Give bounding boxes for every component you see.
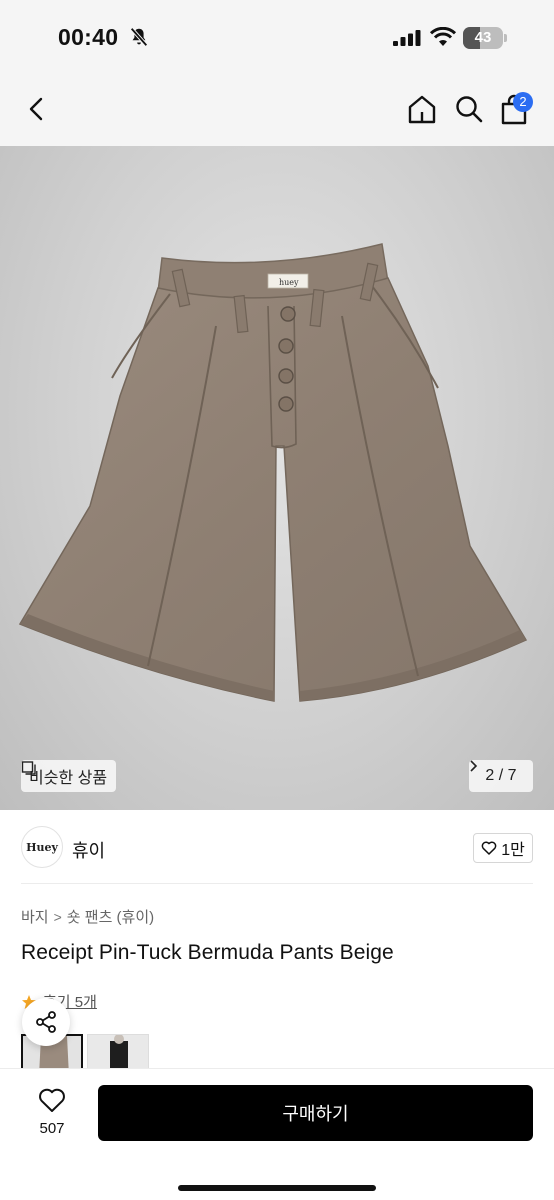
- brand-row: Huey 휴이 1만: [0, 810, 554, 884]
- home-icon[interactable]: [406, 93, 438, 125]
- brand-like-count: 1만: [501, 842, 525, 859]
- wifi-icon: [430, 27, 456, 46]
- bell-slash-icon: [130, 27, 148, 47]
- buy-button[interactable]: 구매하기: [98, 1085, 533, 1141]
- home-indicator[interactable]: [178, 1185, 376, 1191]
- search-icon[interactable]: [453, 93, 485, 125]
- similar-products-label: 비슷한 상품: [29, 770, 108, 787]
- breadcrumb-separator-icon: >: [53, 908, 62, 925]
- brand-logo[interactable]: Huey: [21, 826, 63, 868]
- share-icon: [36, 1011, 56, 1033]
- divider: [21, 883, 533, 884]
- heart-icon: [481, 841, 497, 855]
- product-image: huey: [18, 243, 528, 702]
- thumbnail-item[interactable]: [87, 1034, 149, 1068]
- battery-percentage: 43: [474, 29, 492, 46]
- status-time: 00:40: [58, 24, 119, 50]
- similar-products-button[interactable]: 비슷한 상품: [21, 760, 117, 792]
- cart-count-badge: 2: [513, 92, 533, 112]
- image-counter-button[interactable]: 2 / 7: [469, 760, 533, 792]
- breadcrumb-subcategory[interactable]: 숏 팬츠 (휴이): [67, 906, 154, 927]
- svg-text:huey: huey: [279, 278, 299, 287]
- wishlist-button[interactable]: 507: [22, 1087, 82, 1137]
- brand-name[interactable]: 휴이: [72, 837, 105, 863]
- share-button[interactable]: [22, 998, 70, 1046]
- back-arrow-icon[interactable]: [22, 94, 52, 124]
- status-bar: 00:40 43: [0, 0, 554, 72]
- breadcrumb-category[interactable]: 바지: [21, 906, 49, 927]
- brand-like-button[interactable]: 1만: [473, 833, 533, 863]
- wishlist-count: 507: [39, 1120, 65, 1137]
- bottom-action-bar: 507 구매하기: [0, 1068, 554, 1200]
- buy-button-label: 구매하기: [282, 1104, 349, 1124]
- product-title: Receipt Pin-Tuck Bermuda Pants Beige: [21, 941, 394, 964]
- heart-icon: [39, 1088, 65, 1112]
- similar-products-icon: [21, 761, 36, 775]
- cellular-signal-icon: [393, 30, 421, 46]
- battery-icon: 43: [463, 27, 507, 49]
- image-counter: 2 / 7: [485, 767, 517, 784]
- product-image-gallery[interactable]: huey 비슷한 상품 2 / 7: [0, 146, 554, 810]
- chevron-right-icon: [470, 760, 478, 772]
- top-nav-bar: 2: [0, 72, 554, 146]
- breadcrumb: 바지 > 숏 팬츠 (휴이): [21, 906, 154, 927]
